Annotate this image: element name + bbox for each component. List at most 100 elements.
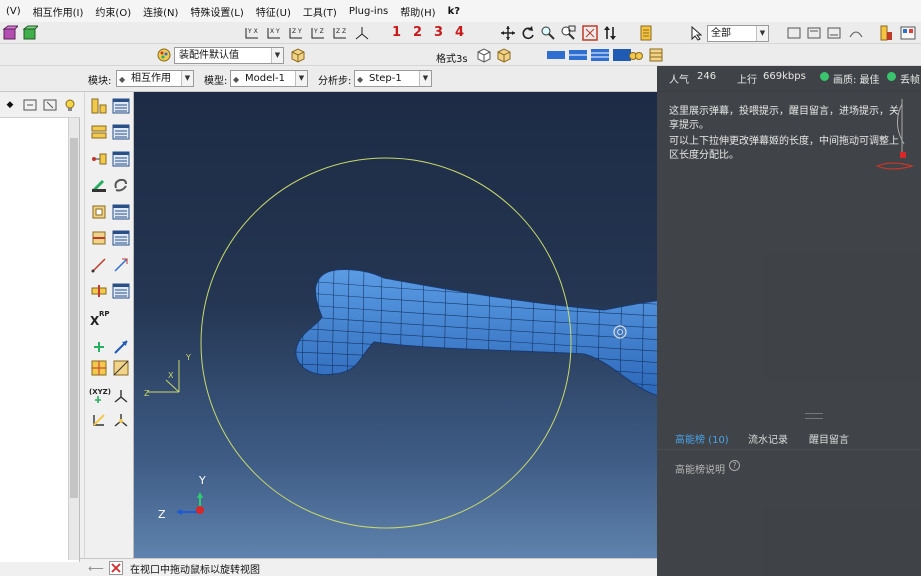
viewport[interactable]: Y X Z Y Z	[134, 92, 657, 558]
dof-1-label[interactable]: 1	[392, 25, 401, 40]
color-code-icon[interactable]	[848, 25, 864, 41]
menu-connector[interactable]: 连接(N)	[137, 4, 184, 19]
lightbulb-icon[interactable]	[62, 97, 78, 113]
svg-text:(XYZ): (XYZ)	[89, 388, 111, 396]
create-section-icon[interactable]	[89, 228, 109, 248]
create-datum-line-icon[interactable]	[89, 255, 109, 275]
selection-filter-combo[interactable]: 全部 ▼	[707, 25, 769, 42]
csys-triad-icon[interactable]	[111, 386, 131, 406]
assembly-defaults-combo[interactable]: 装配件默认值 ▼	[174, 47, 284, 64]
csys-rect-icon[interactable]	[89, 410, 109, 430]
interaction-manager-icon[interactable]	[111, 96, 131, 116]
shelf-icon[interactable]	[648, 47, 664, 63]
datum-vector-icon[interactable]	[111, 337, 131, 357]
csys-yx-icon[interactable]: X Y	[264, 25, 284, 41]
rotate-icon[interactable]	[520, 25, 536, 41]
module-combo[interactable]: ◆ 相互作用 ▼	[116, 70, 194, 87]
glasses-icon[interactable]	[628, 47, 644, 63]
resize-handle[interactable]	[805, 413, 823, 419]
property-manager-icon[interactable]	[111, 122, 131, 142]
collapse-icon[interactable]	[42, 97, 58, 113]
tab-flow-records[interactable]: 流水记录	[748, 431, 788, 446]
zoom-icon[interactable]	[540, 25, 556, 41]
menu-plugins[interactable]: Plug-ins	[343, 6, 394, 17]
menu-view[interactable]: (V)	[0, 6, 27, 17]
palette-icon[interactable]	[900, 25, 916, 41]
menu-help[interactable]: 帮助(H)	[394, 4, 441, 19]
render-shaded-icon[interactable]	[590, 47, 610, 63]
step-combo[interactable]: ◆ Step-1 ▼	[354, 70, 432, 87]
popularity-value: 246	[697, 71, 717, 82]
tab-leaderboard[interactable]: 高能榜 (10)	[675, 431, 729, 446]
dof-2-label[interactable]: 2	[413, 25, 422, 40]
constraint-manager-icon[interactable]	[111, 149, 131, 169]
partition-cell-icon[interactable]	[111, 358, 131, 378]
reference-point-icon[interactable]: X RP	[89, 308, 113, 328]
partition-face-icon[interactable]	[89, 358, 109, 378]
csys-cyl-icon[interactable]	[111, 410, 131, 430]
cycle-views-icon[interactable]	[602, 25, 618, 41]
menu-context-help[interactable]: k?	[442, 6, 466, 17]
back-arrow-icon[interactable]: ⟵	[88, 560, 104, 576]
ruler-icon[interactable]	[878, 25, 894, 41]
cancel-x-icon[interactable]	[108, 560, 124, 576]
query-icon[interactable]	[638, 25, 654, 41]
menu-tools[interactable]: 工具(T)	[297, 4, 343, 19]
tab-superchat[interactable]: 醒目留言	[809, 431, 849, 446]
assembly-display-icon[interactable]	[156, 47, 172, 63]
toolbox: X RP (XYZ)	[84, 92, 134, 558]
create-fastener-icon[interactable]	[89, 281, 109, 301]
csys-datum-icon[interactable]: (XYZ)	[89, 386, 111, 406]
create-datum-axis-icon[interactable]	[111, 255, 131, 275]
wire-manager-icon[interactable]	[111, 202, 131, 222]
menu-interaction[interactable]: 相互作用(I)	[27, 4, 90, 19]
menu-feature[interactable]: 特征(U)	[250, 4, 297, 19]
expand-icon[interactable]: ◆	[2, 97, 18, 113]
create-connector-icon[interactable]	[89, 175, 109, 195]
dof-3-label[interactable]: 3	[434, 25, 443, 40]
danmaku-overlay: 人气 246 上行 669kbps 画质: 最佳 丢帧 这里展示弹幕，投喂提示，…	[657, 66, 921, 576]
connector-manager-icon[interactable]	[111, 175, 131, 195]
assembly-icon[interactable]	[22, 25, 38, 41]
box-zoom-icon[interactable]	[560, 25, 576, 41]
quality-label: 画质: 最佳	[833, 75, 880, 86]
pan-icon[interactable]	[500, 25, 516, 41]
chevron-down-icon: ▼	[295, 71, 307, 86]
filter-icon[interactable]	[22, 97, 38, 113]
create-property-icon[interactable]	[89, 122, 109, 142]
mascot-sketch-icon	[875, 99, 915, 170]
create-interaction-icon[interactable]	[89, 96, 109, 116]
select-arrow-icon[interactable]	[688, 25, 704, 41]
csys-iso-icon[interactable]	[354, 25, 370, 41]
model-combo[interactable]: ◆ Model-1 ▼	[230, 70, 308, 87]
help-icon[interactable]: ?	[729, 460, 740, 471]
mini-triad-y-label: Y	[185, 353, 191, 362]
fit-view-icon[interactable]	[582, 25, 598, 41]
render-wireframe-icon[interactable]	[546, 47, 566, 63]
remove-icon[interactable]	[826, 25, 842, 41]
csys-xz-icon[interactable]: Y Z	[308, 25, 328, 41]
iso-cube-icon[interactable]	[496, 47, 512, 63]
undo-view-icon[interactable]	[476, 47, 492, 63]
quality-status-dot	[820, 72, 829, 81]
section-manager-icon[interactable]	[111, 228, 131, 248]
scrollbar-thumb[interactable]	[70, 138, 78, 498]
replace-icon[interactable]	[806, 25, 822, 41]
datum-point-icon[interactable]	[89, 337, 109, 357]
model-tree-toolbar: ◆	[0, 92, 80, 118]
menu-constraint[interactable]: 约束(O)	[89, 4, 137, 19]
menu-special[interactable]: 特殊设置(L)	[184, 4, 249, 19]
bone-model[interactable]	[294, 267, 657, 402]
create-constraint-icon[interactable]	[89, 149, 109, 169]
display-group-icon[interactable]	[786, 25, 802, 41]
fastener-manager-icon[interactable]	[111, 281, 131, 301]
dof-4-label[interactable]: 4	[455, 25, 464, 40]
part-icon[interactable]	[2, 25, 18, 41]
csys-xy-icon[interactable]: Y X	[242, 25, 262, 41]
csys-zz-icon[interactable]: Z Z	[330, 25, 350, 41]
model-tree-scrollbar[interactable]	[68, 118, 79, 560]
create-wire-icon[interactable]	[89, 202, 109, 222]
csys-zy-icon[interactable]: Z Y	[286, 25, 306, 41]
instance-cube-icon[interactable]	[290, 47, 306, 63]
render-hidden-icon[interactable]	[568, 47, 588, 63]
